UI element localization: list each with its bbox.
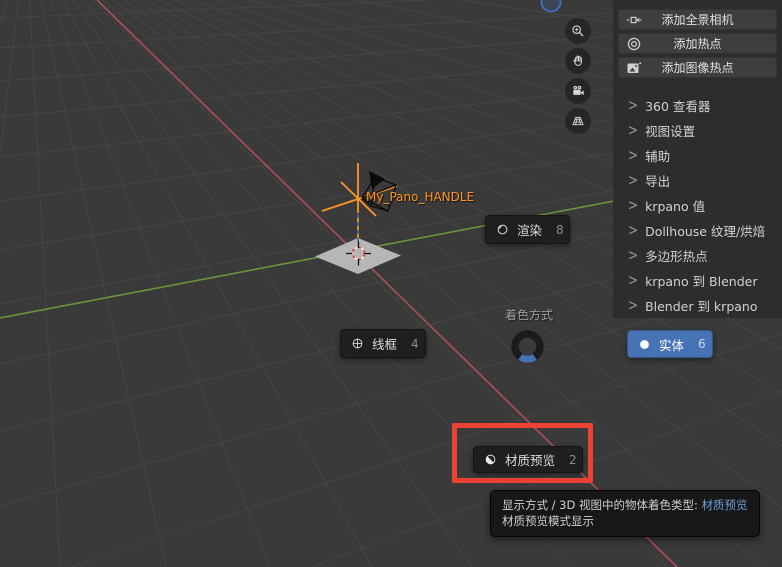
blender-3d-viewport-window: My_Pano_HANDLE 渲染 8 线框 4 实体 6 材质预览 2 着色方…	[0, 0, 782, 567]
pie-menu-title: 着色方式	[504, 308, 553, 322]
section-krpano-values[interactable]: > krpano 值	[628, 195, 705, 215]
chevron-right-icon: >	[628, 146, 639, 164]
pie-item-key: 8	[556, 222, 564, 237]
tooltip: 显示方式 / 3D 视图中的物体着色类型: 材质预览 材质预览模式显示	[490, 490, 760, 537]
pie-item-rendered[interactable]: 渲染 8	[485, 215, 570, 244]
pano-camera-icon	[626, 12, 642, 28]
pie-item-key: 6	[698, 337, 706, 351]
button-label: 添加图像热点	[661, 61, 734, 75]
section-view-settings[interactable]: > 视图设置	[628, 120, 695, 140]
pie-item-solid[interactable]: 实体 6	[627, 330, 713, 358]
chevron-right-icon: >	[628, 246, 639, 264]
section-label: 360 查看器	[645, 98, 711, 114]
chevron-right-icon: >	[628, 171, 639, 189]
tooltip-line2: 材质预览模式显示	[502, 514, 594, 528]
tooltip-line1: 显示方式 / 3D 视图中的物体着色类型: 材质预览	[502, 498, 748, 512]
section-assist[interactable]: > 辅助	[628, 145, 670, 165]
grid-plane-icon	[572, 116, 584, 126]
section-label: 辅助	[645, 148, 671, 164]
section-label: Dollhouse 纹理/烘焙	[645, 223, 766, 239]
camera-view-icon	[573, 85, 584, 96]
section-krpano-to-blender[interactable]: > krpano 到 Blender	[628, 270, 757, 290]
image-hotspot-icon	[626, 60, 642, 76]
add-hotspot-button[interactable]: 添加热点	[618, 33, 777, 54]
chevron-right-icon: >	[628, 196, 639, 214]
add-image-hotspot-button[interactable]: 添加图像热点	[618, 57, 777, 78]
chevron-right-icon: >	[628, 271, 639, 289]
pie-direction-arc	[518, 353, 537, 363]
section-label: 导出	[645, 173, 671, 189]
section-export[interactable]: > 导出	[628, 170, 670, 190]
render-sphere-icon	[495, 222, 510, 237]
section-polygon-hotspot[interactable]: > 多边形热点	[628, 245, 708, 265]
rotate-gizmo-circle[interactable]	[540, 0, 562, 13]
section-label: krpano 到 Blender	[645, 273, 758, 289]
pie-item-label: 实体	[659, 337, 685, 353]
tooltip-value: 材质预览	[701, 498, 748, 512]
object-label: My_Pano_HANDLE	[366, 190, 475, 204]
highlight-annotation-box	[452, 423, 593, 483]
solid-sphere-icon	[637, 337, 652, 352]
button-label: 添加热点	[673, 37, 722, 51]
pie-item-wireframe[interactable]: 线框 4	[340, 329, 426, 358]
pan-button[interactable]	[565, 48, 591, 74]
zoom-button[interactable]	[565, 18, 591, 44]
section-360-viewer[interactable]: > 360 查看器	[628, 95, 710, 115]
section-blender-to-krpano[interactable]: > Blender 到 krpano	[628, 295, 757, 315]
section-dollhouse-texture-bake[interactable]: > Dollhouse 纹理/烘焙	[628, 220, 765, 240]
add-pano-camera-button[interactable]: 添加全景相机	[618, 9, 777, 30]
hotspot-icon	[626, 36, 642, 52]
pie-item-label: 渲染	[517, 223, 543, 238]
chevron-right-icon: >	[628, 121, 639, 139]
button-label: 添加全景相机	[661, 13, 734, 27]
camera-view-button[interactable]	[565, 78, 591, 104]
grid-view-button[interactable]	[565, 108, 591, 134]
chevron-right-icon: >	[628, 96, 639, 114]
section-label: 视图设置	[645, 123, 696, 139]
section-label: 多边形热点	[645, 248, 708, 264]
pie-item-label: 线框	[372, 337, 398, 352]
chevron-right-icon: >	[628, 221, 639, 239]
pan-hand-icon	[573, 55, 582, 66]
section-label: krpano 值	[645, 198, 706, 214]
wireframe-sphere-icon	[350, 336, 365, 351]
section-label: Blender 到 krpano	[645, 298, 758, 314]
sidebar-panel: 添加全景相机 添加热点 添加图像热点 > 360 查看器 > 视图设置 > 辅助	[613, 0, 782, 318]
zoom-in-icon	[572, 25, 584, 37]
pie-item-key: 4	[411, 336, 419, 351]
pie-direction-donut	[511, 330, 544, 363]
chevron-right-icon: >	[628, 296, 639, 314]
